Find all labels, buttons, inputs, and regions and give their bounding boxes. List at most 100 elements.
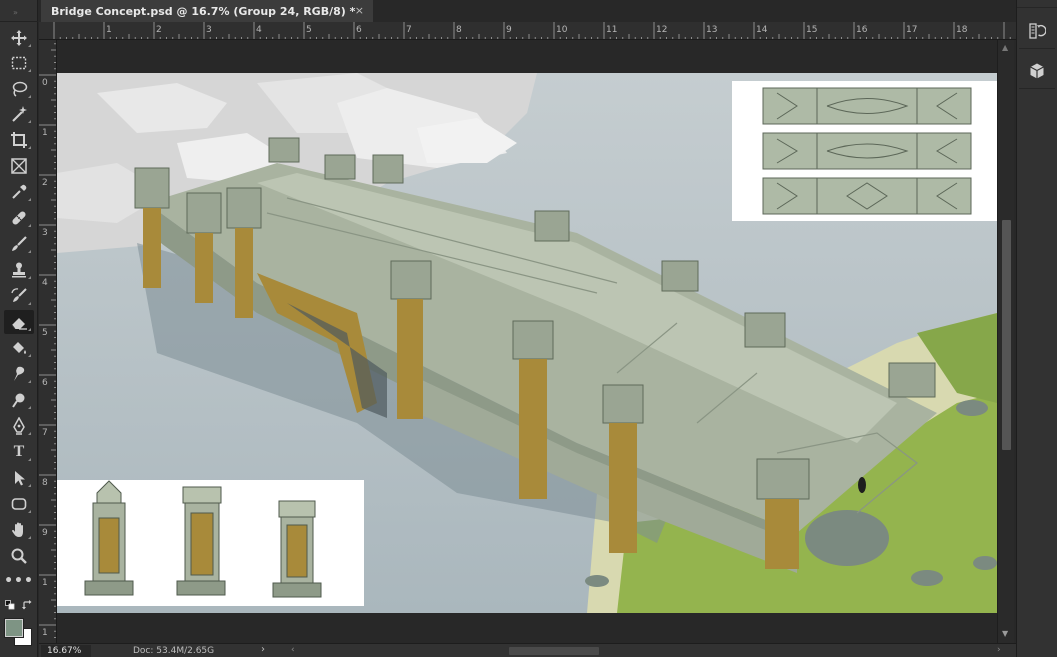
eyedropper-tool[interactable] (4, 180, 34, 204)
scroll-up-icon[interactable]: ▲ (1002, 43, 1008, 52)
brush-tool[interactable] (4, 232, 34, 256)
healing-brush-tool[interactable] (4, 206, 34, 230)
ruler-label: 1 (42, 628, 48, 638)
document-tab[interactable]: Bridge Concept.psd @ 16.7% (Group 24, RG… (41, 0, 373, 22)
vertical-scrollbar[interactable]: ▲ ▼ (997, 40, 1014, 643)
move-icon (11, 30, 27, 46)
panel-grip[interactable] (1017, 0, 1057, 8)
ruler-label: 8 (42, 478, 48, 488)
bandage-icon (12, 211, 26, 225)
rectangular-marquee-tool[interactable] (4, 51, 34, 75)
type-tool[interactable]: T (4, 440, 34, 464)
eyedropper-icon (12, 184, 27, 199)
hand-icon (12, 522, 23, 537)
marquee-icon (11, 56, 27, 70)
frame-icon (11, 158, 27, 174)
scroll-down-icon[interactable]: ▼ (1002, 629, 1008, 638)
document-tab-bar: Bridge Concept.psd @ 16.7% (Group 24, RG… (39, 0, 1016, 22)
collapse-toggle-icon[interactable]: » (13, 8, 19, 17)
collapsed-panels (1016, 0, 1057, 657)
horizontal-ruler[interactable]: 1 2 3 4 5 6 7 8 9 10 11 12 13 14 15 16 17 18 (39, 22, 1016, 40)
ruler-label: 6 (42, 378, 48, 388)
zoom-tool[interactable] (4, 544, 34, 568)
clone-stamp-tool[interactable] (4, 258, 34, 282)
lasso-icon (12, 81, 28, 97)
frame-tool[interactable] (4, 154, 34, 178)
history-brush-icon (11, 288, 27, 302)
stamp-icon (12, 262, 26, 278)
hscroll-left-icon[interactable]: ‹ (291, 645, 295, 655)
ruler-label: 9 (506, 25, 512, 35)
hscroll-right-icon[interactable]: › (997, 645, 1001, 655)
ruler-label: 14 (756, 25, 768, 35)
ruler-label: 2 (42, 178, 48, 188)
ruler-label: 7 (42, 428, 48, 438)
ruler-label: 1 (42, 578, 48, 588)
move-tool[interactable] (4, 26, 34, 50)
photoshop-window: » T ••• Bridge Concept.psd @ 16.7% (Grou… (0, 0, 1057, 657)
eraser-icon (11, 318, 27, 330)
document-canvas[interactable] (57, 73, 997, 613)
ruler-label: 8 (456, 25, 462, 35)
rectangle-tool[interactable] (4, 492, 34, 516)
ruler-label: 9 (42, 528, 48, 538)
magic-wand-icon (12, 106, 27, 122)
canvas-workspace[interactable] (57, 40, 997, 643)
brush-icon (12, 236, 27, 251)
ruler-label: 15 (806, 25, 817, 35)
3d-panel-button[interactable] (1023, 58, 1051, 84)
ruler-label: 16 (856, 25, 868, 35)
pillar-inset (57, 480, 364, 606)
foreground-color-swatch[interactable] (4, 618, 24, 638)
swap-colors-icon[interactable] (22, 600, 33, 611)
pen-tool[interactable] (4, 414, 34, 438)
path-selection-tool[interactable] (4, 466, 34, 490)
ruler-label: 4 (42, 278, 48, 288)
history-brush-tool[interactable] (4, 284, 34, 308)
history-panel-button[interactable] (1023, 18, 1051, 44)
ruler-label: 3 (206, 25, 212, 35)
paint-bucket-icon (13, 342, 26, 354)
close-icon[interactable]: × (355, 4, 364, 17)
paint-bucket-tool[interactable] (4, 336, 34, 360)
tools-panel: » T ••• (0, 0, 38, 657)
zoom-level-field[interactable]: 16.67% (41, 645, 91, 657)
status-menu-arrow-icon[interactable]: › (261, 644, 265, 655)
vertical-ruler-ticks: 0 1 2 3 4 5 6 7 8 9 1 1 (39, 43, 56, 638)
horizontal-ruler-ticks: 1 2 3 4 5 6 7 8 9 10 11 12 13 14 15 16 17 18 (53, 22, 1011, 39)
dodge-icon (12, 393, 25, 408)
type-icon: T (13, 443, 25, 460)
ruler-label: 1 (42, 128, 48, 138)
ruler-label: 0 (42, 78, 48, 88)
crop-icon (11, 132, 27, 148)
ruler-label: 2 (156, 25, 162, 35)
document-tab-title: Bridge Concept.psd @ 16.7% (Group 24, RG… (51, 4, 356, 18)
hand-tool[interactable] (4, 518, 34, 542)
ruler-label: 5 (42, 328, 48, 338)
zoom-icon (11, 548, 27, 564)
eraser-tool[interactable] (4, 310, 34, 334)
vertical-scroll-thumb[interactable] (1002, 220, 1011, 450)
smudge-icon (14, 366, 25, 381)
crop-tool[interactable] (4, 128, 34, 152)
ruler-label: 4 (256, 25, 262, 35)
vertical-ruler[interactable]: 0 1 2 3 4 5 6 7 8 9 1 1 (39, 40, 57, 643)
horizontal-scroll-thumb[interactable] (509, 647, 599, 655)
default-colors-icon[interactable] (5, 600, 15, 610)
magic-wand-tool[interactable] (4, 102, 34, 126)
rectangle-icon (11, 498, 27, 510)
pattern-inset (732, 81, 997, 221)
ruler-label: 1 (106, 25, 112, 35)
ruler-label: 6 (356, 25, 362, 35)
ruler-label: 13 (706, 25, 717, 35)
pen-icon (13, 417, 25, 435)
toolbar-grip[interactable]: » (0, 0, 38, 22)
ruler-label: 17 (906, 25, 917, 35)
dodge-tool[interactable] (4, 388, 34, 412)
history-icon (1029, 23, 1046, 39)
edit-toolbar[interactable]: ••• (4, 572, 34, 596)
document-size-info[interactable]: Doc: 53.4M/2.65G (133, 645, 214, 657)
smudge-tool[interactable] (4, 362, 34, 386)
status-bar: 16.67% Doc: 53.4M/2.65G › ‹ › (39, 643, 1016, 657)
lasso-tool[interactable] (4, 77, 34, 101)
